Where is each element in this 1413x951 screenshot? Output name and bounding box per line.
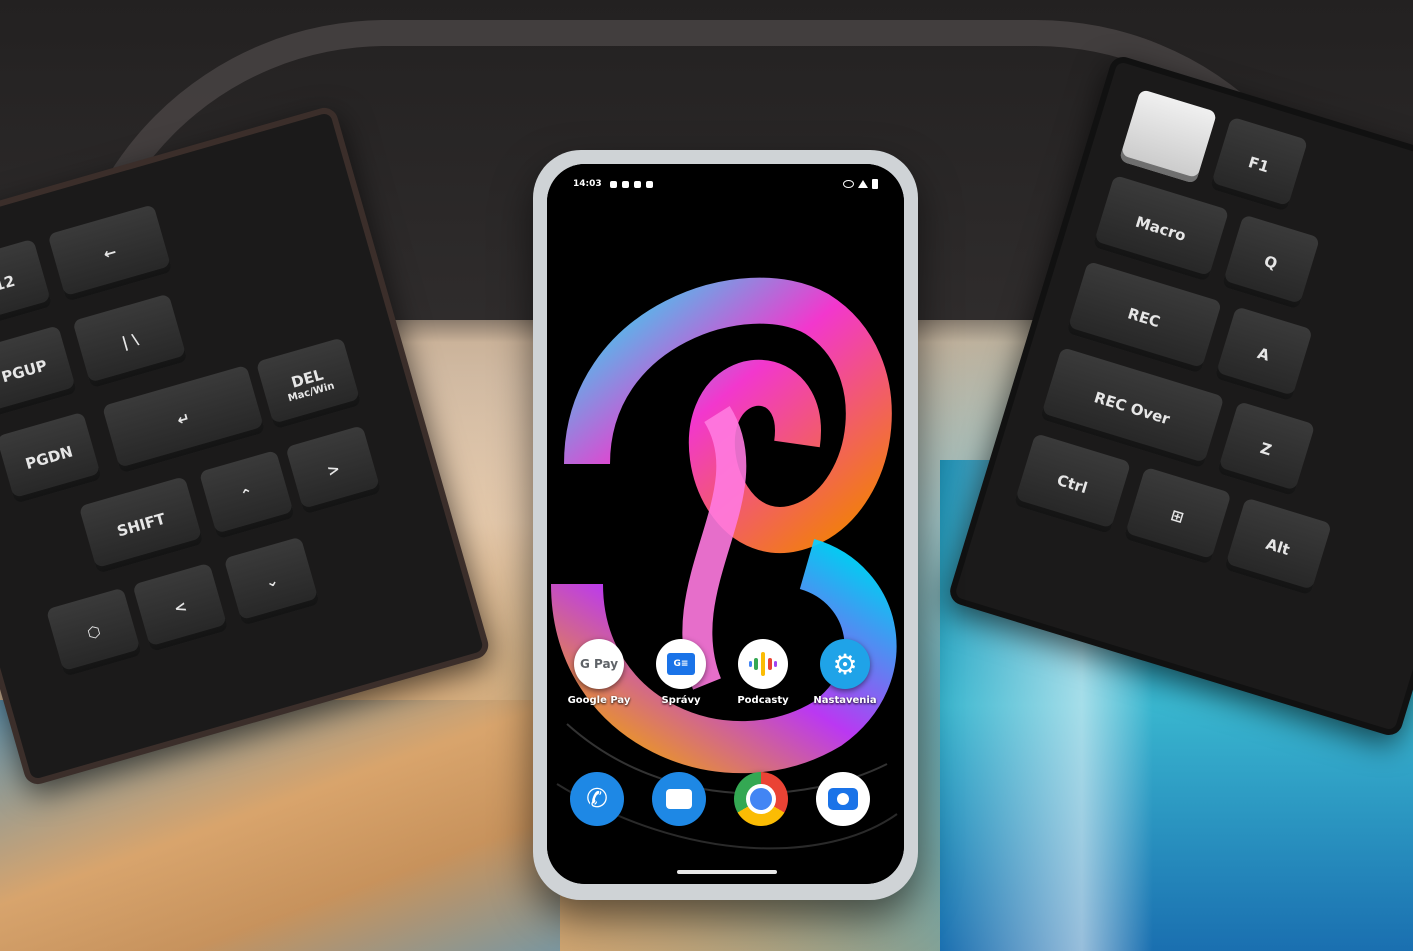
key-left[interactable]: < (132, 562, 229, 653)
dock-phone[interactable]: ✆ (565, 772, 629, 826)
notification-icon (633, 180, 641, 188)
status-bar: 14:03 (547, 164, 904, 204)
settings-icon: ⚙ (820, 639, 870, 689)
key-enter[interactable]: ↵ (101, 364, 266, 474)
photo-scene: F12 ← PGUP | \ ↵ DEL Mac/Win PGDN SHIFT … (0, 0, 1413, 951)
eye-icon (843, 180, 854, 188)
key-q[interactable]: Q (1221, 214, 1321, 310)
key-alt[interactable]: Alt (1223, 497, 1332, 596)
status-time: 14:03 (573, 179, 602, 189)
key-up[interactable]: ⌃ (198, 450, 296, 540)
key-down[interactable]: ⌄ (223, 536, 320, 626)
phone-icon: ✆ (570, 772, 624, 826)
key-esc[interactable] (1118, 88, 1218, 184)
key-f1[interactable]: F1 (1209, 116, 1309, 212)
podcasts-icon (738, 639, 788, 689)
dock-chrome[interactable] (729, 772, 793, 826)
key-del[interactable]: DEL Mac/Win (255, 337, 362, 430)
key-shift[interactable]: SHIFT (78, 476, 204, 574)
app-google-pay[interactable]: G Pay Google Pay (567, 639, 631, 706)
chrome-icon (734, 772, 788, 826)
key-a[interactable]: A (1214, 306, 1313, 402)
key-ctrl[interactable]: Ctrl (1013, 433, 1132, 535)
notification-icon (621, 180, 629, 188)
camera-icon (816, 772, 870, 826)
smartphone: 14:03 G Pay Google Pay G≡ Správy Podcast… (533, 150, 918, 900)
google-pay-icon: G Pay (574, 639, 624, 689)
key-backspace[interactable]: ← (47, 204, 173, 302)
messages-icon (652, 772, 706, 826)
battery-icon (872, 179, 878, 189)
shield-icon (645, 180, 653, 188)
key-backslash[interactable]: | \ (72, 293, 188, 389)
notification-icon (609, 180, 617, 188)
key-pgup[interactable]: PGUP (0, 325, 78, 418)
dock-messages[interactable] (647, 772, 711, 826)
key-macro[interactable]: Macro (1092, 174, 1230, 282)
phone-screen: 14:03 G Pay Google Pay G≡ Správy Podcast… (547, 164, 904, 884)
news-icon: G≡ (656, 639, 706, 689)
key-f12[interactable]: F12 (0, 238, 53, 331)
home-gesture-bar[interactable] (677, 870, 777, 874)
key-win[interactable]: ⊞ (1123, 466, 1232, 565)
wifi-icon (858, 180, 868, 188)
app-spravy[interactable]: G≡ Správy (649, 639, 713, 706)
dock-camera[interactable] (811, 772, 875, 826)
key-z[interactable]: Z (1216, 401, 1316, 497)
key-pgdn[interactable]: PGDN (0, 411, 103, 504)
key-right[interactable]: > (285, 425, 382, 515)
app-podcasty[interactable]: Podcasty (731, 639, 795, 706)
app-nastavenia[interactable]: ⚙ Nastavenia (813, 639, 877, 706)
key-logo[interactable]: ⬡ (45, 587, 143, 677)
